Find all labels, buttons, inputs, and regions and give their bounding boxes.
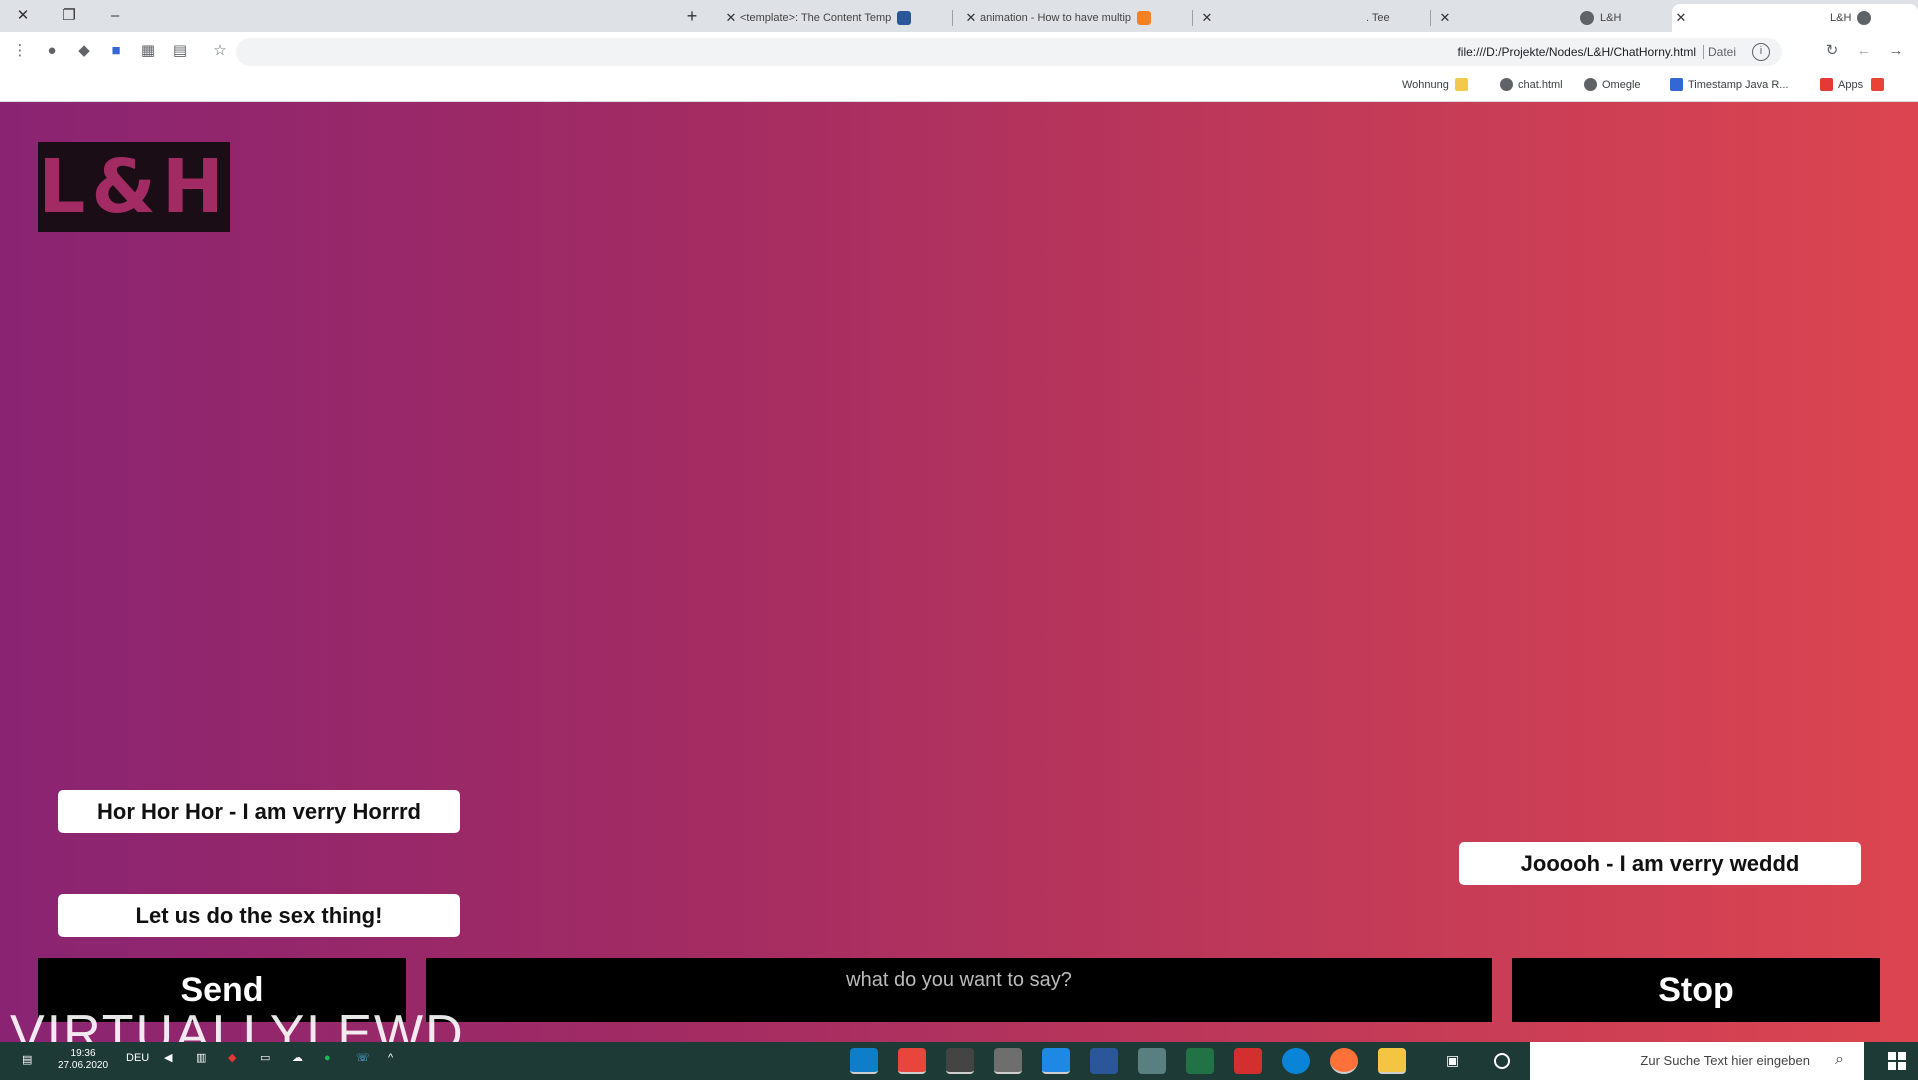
tab-strip: ✕ ❐ – + ✕ <template>: The Content Temp ✕… — [0, 0, 1918, 32]
firefox-icon[interactable] — [1330, 1048, 1358, 1074]
globe-icon — [1584, 78, 1597, 91]
phone-icon[interactable]: ☏ — [356, 1052, 370, 1065]
window-close-icon[interactable]: ✕ — [10, 4, 36, 28]
address-url: file:///D:/Projekte/Nodes/L&H/ChatHorny.… — [1457, 45, 1696, 59]
tab-close-icon[interactable]: ✕ — [962, 10, 980, 26]
address-bar[interactable]: file:///D:/Projekte/Nodes/L&H/ChatHorny.… — [236, 38, 1782, 66]
tab-template[interactable]: ✕ <template>: The Content Temp — [722, 4, 932, 32]
site-info-icon[interactable]: i — [1752, 43, 1770, 61]
speaker-icon[interactable]: ◀ — [164, 1052, 172, 1065]
bookmarks-bar: Wohnung chat.html Omegle Timestamp Java … — [0, 70, 1918, 102]
file-explorer-icon[interactable] — [1378, 1048, 1406, 1074]
editor-icon[interactable] — [946, 1048, 974, 1074]
settings-app-icon[interactable] — [1138, 1048, 1166, 1074]
message-input[interactable] — [426, 958, 1492, 1022]
tab-favicon-icon — [897, 11, 912, 25]
bookmark-omegle[interactable]: Omegle — [1584, 78, 1641, 91]
window-minimize-icon[interactable]: – — [102, 4, 128, 28]
folder-icon — [1454, 78, 1468, 91]
excel-icon[interactable] — [1186, 1048, 1214, 1074]
tab-separator — [1430, 10, 1431, 26]
address-scheme: Datei — [1707, 45, 1736, 59]
chrome-icon[interactable] — [898, 1048, 926, 1074]
chat-page: L&H Hor Hor Hor - I am verry Horrrd Let … — [0, 102, 1918, 1060]
extension-icon[interactable]: ◆ — [74, 41, 94, 61]
word-icon[interactable] — [1090, 1048, 1118, 1074]
taskbar-search[interactable]: Zur Suche Text hier eingeben ⌕ — [1530, 1042, 1864, 1080]
app-icon[interactable] — [994, 1048, 1022, 1074]
edge-icon[interactable] — [1282, 1048, 1310, 1074]
tab-tee[interactable]: ✕ . Tee — [1198, 4, 1408, 32]
cortana-icon[interactable] — [1494, 1053, 1510, 1069]
bookmark-apps[interactable]: Apps — [1820, 78, 1889, 91]
address-separator — [1703, 45, 1704, 59]
bookmark-favicon-icon — [1670, 78, 1683, 91]
new-tab-icon[interactable]: + — [680, 4, 704, 28]
apps-grid-icon — [1871, 78, 1885, 91]
bookmark-timestamp[interactable]: Timestamp Java R... — [1670, 78, 1788, 91]
tab-close-icon[interactable]: ✕ — [1672, 10, 1690, 26]
globe-icon — [1857, 11, 1872, 25]
extension-icon[interactable]: ▦ — [138, 41, 158, 61]
clock[interactable]: 19:36 27.06.2020 — [58, 1048, 108, 1072]
forward-icon[interactable]: ← — [1854, 41, 1874, 61]
bookmark-wohnung[interactable]: Wohnung — [1402, 78, 1473, 91]
antivirus-icon[interactable]: ◆ — [228, 1052, 236, 1065]
tab-close-icon[interactable]: ✕ — [1436, 10, 1454, 26]
message-bubble-left: Let us do the sex thing! — [58, 894, 460, 937]
tray-expand-icon[interactable]: ^ — [388, 1052, 393, 1065]
message-bubble-right: Jooooh - I am verry weddd — [1459, 842, 1861, 885]
notification-icon[interactable]: ▤ — [22, 1054, 32, 1067]
windows-start-icon[interactable] — [1888, 1052, 1906, 1070]
network-icon[interactable]: ▥ — [196, 1052, 206, 1065]
menu-dots-icon[interactable]: ⋮ — [10, 41, 30, 61]
bookmark-favicon-icon — [1820, 78, 1833, 91]
window-restore-icon[interactable]: ❐ — [56, 4, 82, 28]
globe-icon — [1580, 11, 1594, 25]
search-icon: ⌕ — [1835, 1051, 1844, 1068]
extension-icon[interactable]: ▤ — [170, 41, 190, 61]
tab-lh-2[interactable]: ✕ L&H — [1436, 4, 1662, 32]
logo: L&H — [38, 142, 230, 232]
profile-icon[interactable]: ● — [42, 41, 62, 61]
back-icon[interactable]: → — [1886, 41, 1906, 61]
extension-icon[interactable]: ■ — [106, 41, 126, 61]
cloud-icon[interactable]: ☁ — [292, 1052, 303, 1065]
browser-toolbar: ⋮ ● ◆ ■ ▦ ▤ ☆ file:///D:/Projekte/Nodes/… — [0, 32, 1918, 70]
tab-close-icon[interactable]: ✕ — [1198, 10, 1216, 26]
tab-separator — [952, 10, 953, 26]
task-view-icon[interactable]: ▣ — [1446, 1052, 1459, 1069]
language-indicator[interactable]: DEU — [126, 1052, 149, 1065]
battery-icon[interactable]: ▭ — [260, 1052, 270, 1065]
bookmark-star-icon[interactable]: ☆ — [210, 41, 230, 61]
vscode-icon[interactable] — [850, 1048, 878, 1074]
reload-icon[interactable]: ↻ — [1822, 41, 1842, 61]
message-bubble-left: Hor Hor Hor - I am verry Horrrd — [58, 790, 460, 833]
tab-favicon-icon — [1137, 11, 1152, 25]
security-app-icon[interactable] — [1234, 1048, 1262, 1074]
bookmark-chat[interactable]: chat.html — [1500, 78, 1563, 91]
tab-lh-active[interactable]: ✕ L&H — [1672, 4, 1918, 32]
tab-close-icon[interactable]: ✕ — [722, 10, 740, 26]
tab-separator — [1192, 10, 1193, 26]
stop-button[interactable]: Stop — [1512, 958, 1880, 1022]
mail-icon[interactable] — [1042, 1048, 1070, 1074]
spotify-icon[interactable]: ● — [324, 1052, 331, 1065]
taskbar: ▤ 19:36 27.06.2020 DEU ◀ ▥ ◆ ▭ ☁ ● ☏ ^ ▣… — [0, 1042, 1918, 1080]
globe-icon — [1500, 78, 1513, 91]
tab-animation[interactable]: ✕ animation - How to have multip — [962, 4, 1186, 32]
